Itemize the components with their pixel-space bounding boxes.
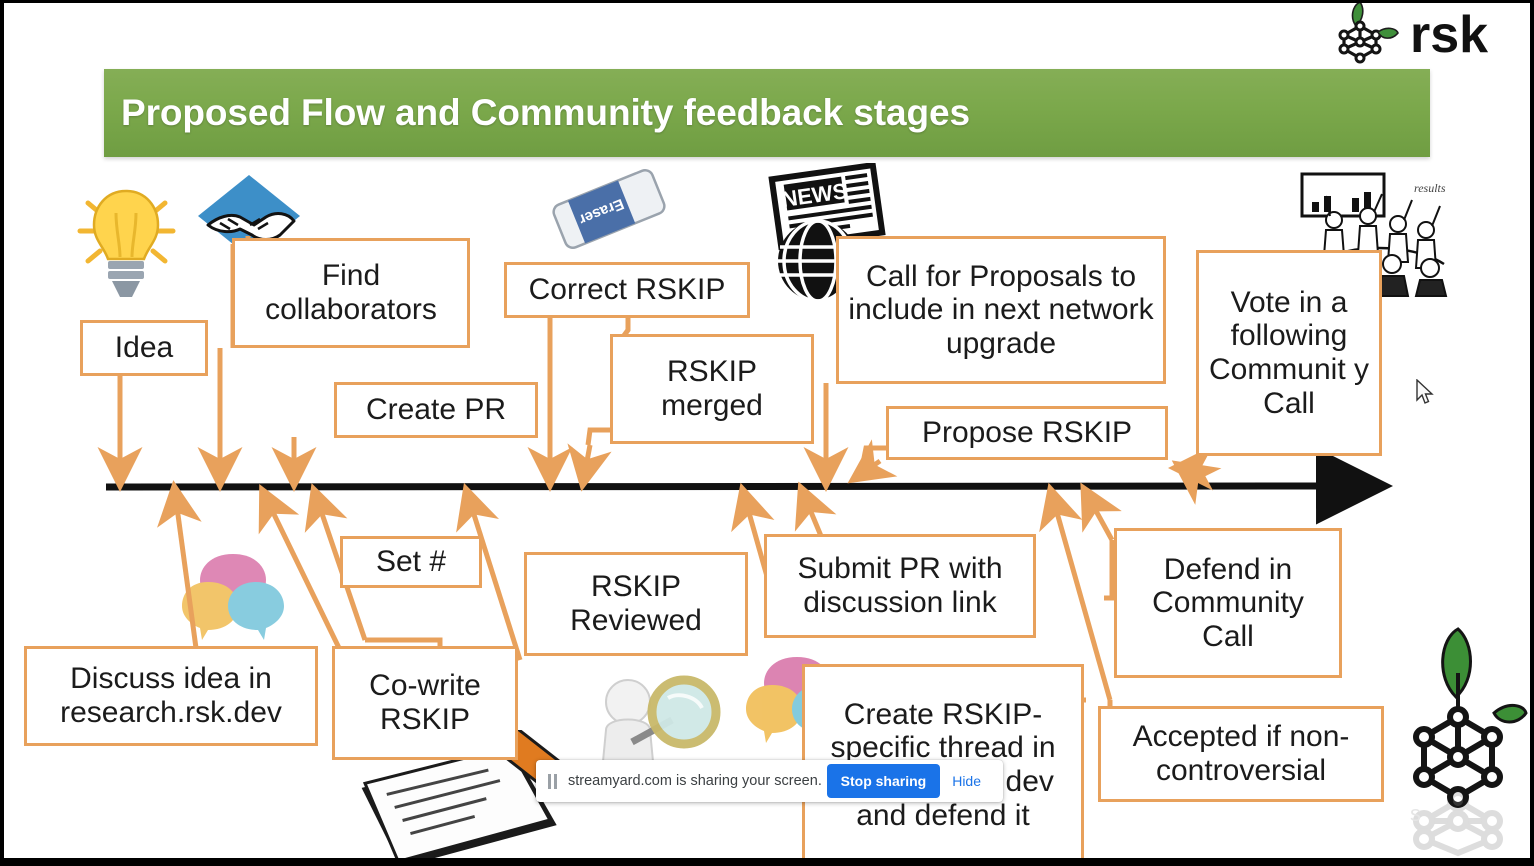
letterbox-bottom xyxy=(0,858,1534,866)
flow-box-label: Discuss idea in research.rsk.dev xyxy=(60,662,282,729)
flow-box-label: Idea xyxy=(114,331,174,365)
slide-title-banner: Proposed Flow and Community feedback sta… xyxy=(104,69,1430,157)
flow-box-label: Submit PR with discussion link xyxy=(797,552,1003,619)
letterbox-left xyxy=(0,0,4,866)
flow-box-label: Vote in a following Communit y Call xyxy=(1208,285,1370,420)
flow-box-vote-community-call[interactable]: Vote in a following Communit y Call xyxy=(1196,250,1382,456)
flow-box-set-hash[interactable]: Set # xyxy=(340,536,482,588)
page-title: Proposed Flow and Community feedback sta… xyxy=(121,92,970,133)
flow-box-label: Create PR xyxy=(365,393,507,427)
letterbox-right xyxy=(1530,0,1534,866)
flow-box-label: Defend in Community Call xyxy=(1152,552,1304,653)
flow-box-idea[interactable]: Idea xyxy=(80,320,208,376)
screen-share-notification-bar: streamyard.com is sharing your screen. S… xyxy=(536,760,1003,802)
flow-box-accepted[interactable]: Accepted if non-controversial xyxy=(1098,706,1384,802)
rsk-watermark-logo: s xyxy=(1396,625,1528,860)
flow-box-create-pr[interactable]: Create PR xyxy=(334,382,538,438)
flow-box-rskip-reviewed[interactable]: RSKIP Reviewed xyxy=(524,552,748,656)
flow-box-label: Propose RSKIP xyxy=(921,416,1133,450)
timeline-axis xyxy=(105,447,1393,525)
svg-text:s: s xyxy=(1410,801,1421,826)
flow-box-call-for-proposals[interactable]: Call for Proposals to include in next ne… xyxy=(836,236,1166,384)
flow-box-discuss-idea[interactable]: Discuss idea in research.rsk.dev xyxy=(24,646,318,746)
flow-box-correct-rskip[interactable]: Correct RSKIP xyxy=(504,262,750,318)
svg-text:results: results xyxy=(1414,181,1446,195)
stop-sharing-button[interactable]: Stop sharing xyxy=(826,764,941,798)
lightbulb-icon xyxy=(70,183,182,308)
flow-box-propose-rskip[interactable]: Propose RSKIP xyxy=(886,406,1168,460)
flow-box-label: Co-write RSKIP xyxy=(369,669,481,736)
hide-button[interactable]: Hide xyxy=(940,764,993,798)
flow-box-label: RSKIP Reviewed xyxy=(570,570,702,637)
flow-box-label: Call for Proposals to include in next ne… xyxy=(848,259,1154,360)
flow-box-find-collaborators[interactable]: Find collaborators xyxy=(232,238,470,348)
pause-icon xyxy=(548,773,557,789)
flow-box-defend-community[interactable]: Defend in Community Call xyxy=(1114,528,1342,678)
flow-box-label: Correct RSKIP xyxy=(528,273,726,307)
share-message: streamyard.com is sharing your screen. xyxy=(568,773,822,789)
flow-box-label: Accepted if non-controversial xyxy=(1132,720,1350,787)
flow-box-co-write-rskip[interactable]: Co-write RSKIP xyxy=(332,646,518,760)
flow-box-submit-pr[interactable]: Submit PR with discussion link xyxy=(764,534,1036,638)
slide-canvas: Proposed Flow and Community feedback sta… xyxy=(0,0,1534,866)
mouse-cursor xyxy=(1415,378,1435,410)
flow-box-label: Find collaborators xyxy=(265,259,437,326)
flow-box-label: RSKIP merged xyxy=(661,355,763,422)
letterbox-top xyxy=(0,0,1534,3)
speech-bubbles-icon xyxy=(178,552,288,645)
svg-text:rsk: rsk xyxy=(1410,6,1488,64)
flow-box-label: Set # xyxy=(375,545,447,579)
flow-box-rskip-merged[interactable]: RSKIP merged xyxy=(610,334,814,444)
eraser-icon: Eraser xyxy=(548,166,670,257)
rsk-logo: rsk xyxy=(1330,0,1530,64)
